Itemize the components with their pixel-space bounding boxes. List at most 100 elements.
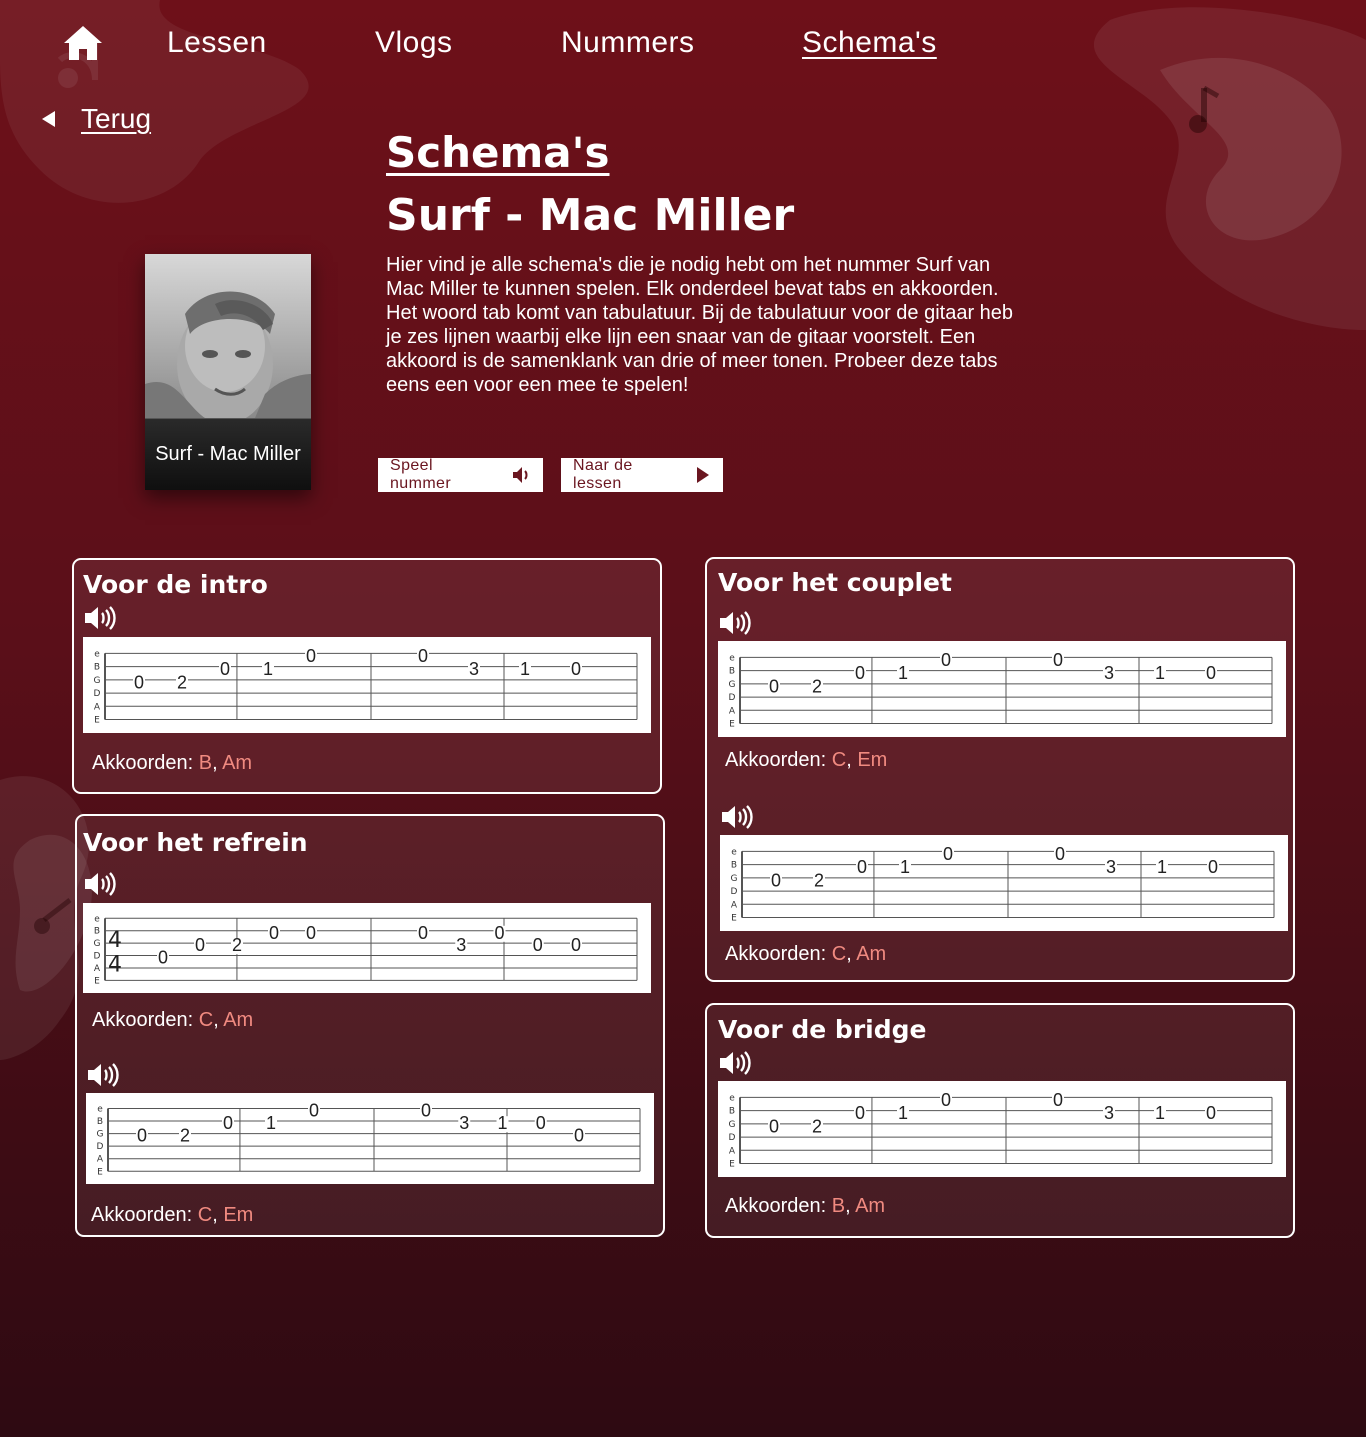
tab-note: 0	[574, 1126, 584, 1146]
album-caption: Surf - Mac Miller	[145, 418, 311, 490]
chord-link[interactable]: C	[198, 1204, 212, 1226]
tab-note: 0	[769, 1116, 779, 1136]
string-name: G	[97, 1130, 104, 1140]
chord-link[interactable]: Em	[857, 749, 887, 771]
tab-note: 0	[137, 1126, 147, 1146]
string-name: G	[94, 676, 101, 686]
play-song-button[interactable]: Speel nummer	[378, 457, 543, 492]
speaker-icon[interactable]	[83, 604, 117, 632]
tab-note: 3	[1104, 1103, 1114, 1123]
tab-note: 1	[497, 1113, 507, 1133]
tab-note: 0	[306, 646, 316, 666]
chords-label: Akkoorden:	[725, 943, 832, 965]
to-lessons-button[interactable]: Naar de lessen	[561, 457, 723, 492]
tab-note: 0	[220, 659, 230, 679]
tab-note: 0	[306, 923, 316, 943]
chord-link[interactable]: Am	[856, 943, 886, 965]
card-couplet-title: Voor het couplet	[718, 568, 952, 597]
time-signature-digit: 4	[108, 928, 122, 953]
tab-note: 1	[1155, 1103, 1165, 1123]
chord-link[interactable]: C	[832, 749, 846, 771]
speaker-icon[interactable]	[86, 1061, 120, 1089]
play-song-label: Speel nummer	[390, 457, 452, 492]
nav-vlogs[interactable]: Vlogs	[375, 26, 453, 60]
speaker-icon[interactable]	[718, 1049, 752, 1077]
string-name: A	[729, 1146, 736, 1156]
page-title: Schema's	[386, 128, 610, 177]
tab-note: 1	[898, 1103, 908, 1123]
chords-line: Akkoorden: C, Em	[91, 1204, 253, 1227]
tab-note: 0	[536, 1113, 546, 1133]
card-intro: Voor de intro eBGDAE020100310 Akkoorden:…	[72, 558, 662, 794]
string-name: G	[94, 939, 101, 949]
time-signature-digit: 4	[108, 953, 122, 978]
chord-link[interactable]: Am	[223, 1009, 253, 1031]
tab-note: 0	[941, 650, 951, 670]
tab-note: 0	[195, 935, 205, 955]
tab-note: 0	[857, 857, 867, 877]
tab-note: 0	[533, 935, 543, 955]
speaker-icon[interactable]	[83, 870, 117, 898]
tab-note: 2	[177, 672, 187, 692]
tab-note: 0	[1206, 663, 1216, 683]
intro-text: Hier vind je alle schema's die je nodig …	[386, 254, 1014, 396]
string-name: B	[94, 663, 100, 673]
chord-link[interactable]: B	[199, 752, 212, 774]
tab-note: 3	[1104, 663, 1114, 683]
chords-line: Akkoorden: B, Am	[725, 1195, 885, 1218]
string-name: D	[729, 1133, 736, 1143]
nav-schemas[interactable]: Schema's	[802, 26, 937, 60]
chords-line: Akkoorden: C, Em	[725, 749, 887, 772]
chords-line: Akkoorden: B, Am	[92, 752, 252, 775]
chord-link[interactable]: Am	[855, 1195, 885, 1217]
tab-note: 3	[459, 1113, 469, 1133]
tab-note: 0	[421, 1101, 431, 1121]
chords-label: Akkoorden:	[92, 752, 199, 774]
card-intro-title: Voor de intro	[83, 570, 268, 599]
chords-label: Akkoorden:	[91, 1204, 198, 1226]
tab-note: 0	[1053, 1090, 1063, 1110]
tab-note: 1	[263, 659, 273, 679]
tab-diagram: eBGDAE440020003000	[83, 903, 651, 993]
speaker-icon[interactable]	[720, 803, 754, 831]
album-cover-image	[145, 254, 311, 418]
tab-note: 0	[855, 1103, 865, 1123]
tab-note: 1	[898, 663, 908, 683]
string-name: E	[729, 1160, 735, 1170]
tab-diagram: eBGDAE 0 2 0 1 0 0 3 1 0	[83, 637, 651, 733]
string-name: A	[94, 964, 101, 974]
chord-link[interactable]: C	[199, 1009, 213, 1031]
string-name: e	[94, 914, 100, 924]
back-link[interactable]: Terug	[42, 102, 151, 136]
string-name: D	[729, 693, 736, 703]
tab-note: 0	[223, 1113, 233, 1133]
tab-diagram: eBGDAE 0 2 0 1 0 0 3 1 0 0	[86, 1093, 654, 1184]
tab-note: 0	[134, 672, 144, 692]
chord-link[interactable]: C	[832, 943, 846, 965]
tab-note: 0	[1055, 844, 1065, 864]
tab-note: 3	[469, 659, 479, 679]
string-name: A	[97, 1155, 104, 1165]
tab-note: 1	[1157, 857, 1167, 877]
home-icon[interactable]	[62, 24, 104, 62]
chord-link[interactable]: Am	[222, 752, 252, 774]
tab-note: 1	[266, 1113, 276, 1133]
speaker-icon[interactable]	[718, 609, 752, 637]
chord-link[interactable]: Em	[223, 1204, 253, 1226]
nav-nummers[interactable]: Nummers	[561, 26, 695, 60]
tab-note: 0	[158, 948, 168, 968]
chord-link[interactable]: B	[832, 1195, 845, 1217]
string-name: D	[731, 887, 738, 897]
chord-separator: ,	[212, 752, 223, 774]
play-arrow-icon	[695, 465, 711, 485]
tab-diagram: eBGDAE 0 2 0 1 0 0 3 1 0	[718, 641, 1286, 737]
tab-note: 0	[571, 659, 581, 679]
tab-note: 3	[456, 935, 466, 955]
string-name: E	[731, 914, 737, 924]
card-bridge-title: Voor de bridge	[718, 1015, 927, 1044]
card-refrein-title: Voor het refrein	[83, 828, 308, 857]
card-refrein: Voor het refrein eBGDAE440020003000 Akko…	[75, 814, 665, 1237]
chords-line: Akkoorden: C, Am	[92, 1009, 253, 1032]
nav-lessen[interactable]: Lessen	[167, 26, 267, 60]
tab-note: 2	[814, 870, 824, 890]
